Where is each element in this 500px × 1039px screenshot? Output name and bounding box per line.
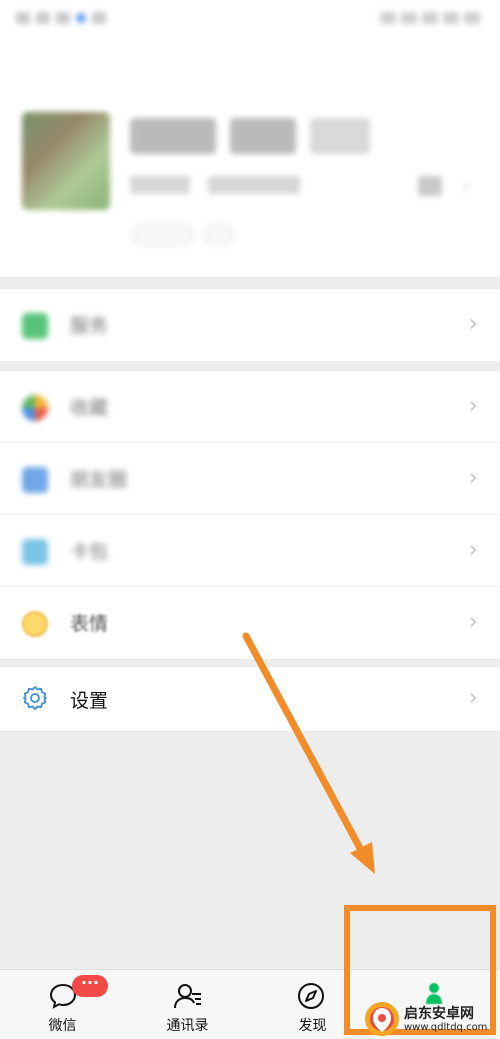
- watermark: 启东安卓网 www.qdltdq.com: [362, 999, 498, 1039]
- watermark-logo-icon: [365, 1002, 399, 1036]
- watermark-title: 启东安卓网: [404, 1006, 474, 1022]
- annotation-arrow: [242, 632, 375, 874]
- watermark-url: www.qdltdq.com: [404, 1022, 488, 1033]
